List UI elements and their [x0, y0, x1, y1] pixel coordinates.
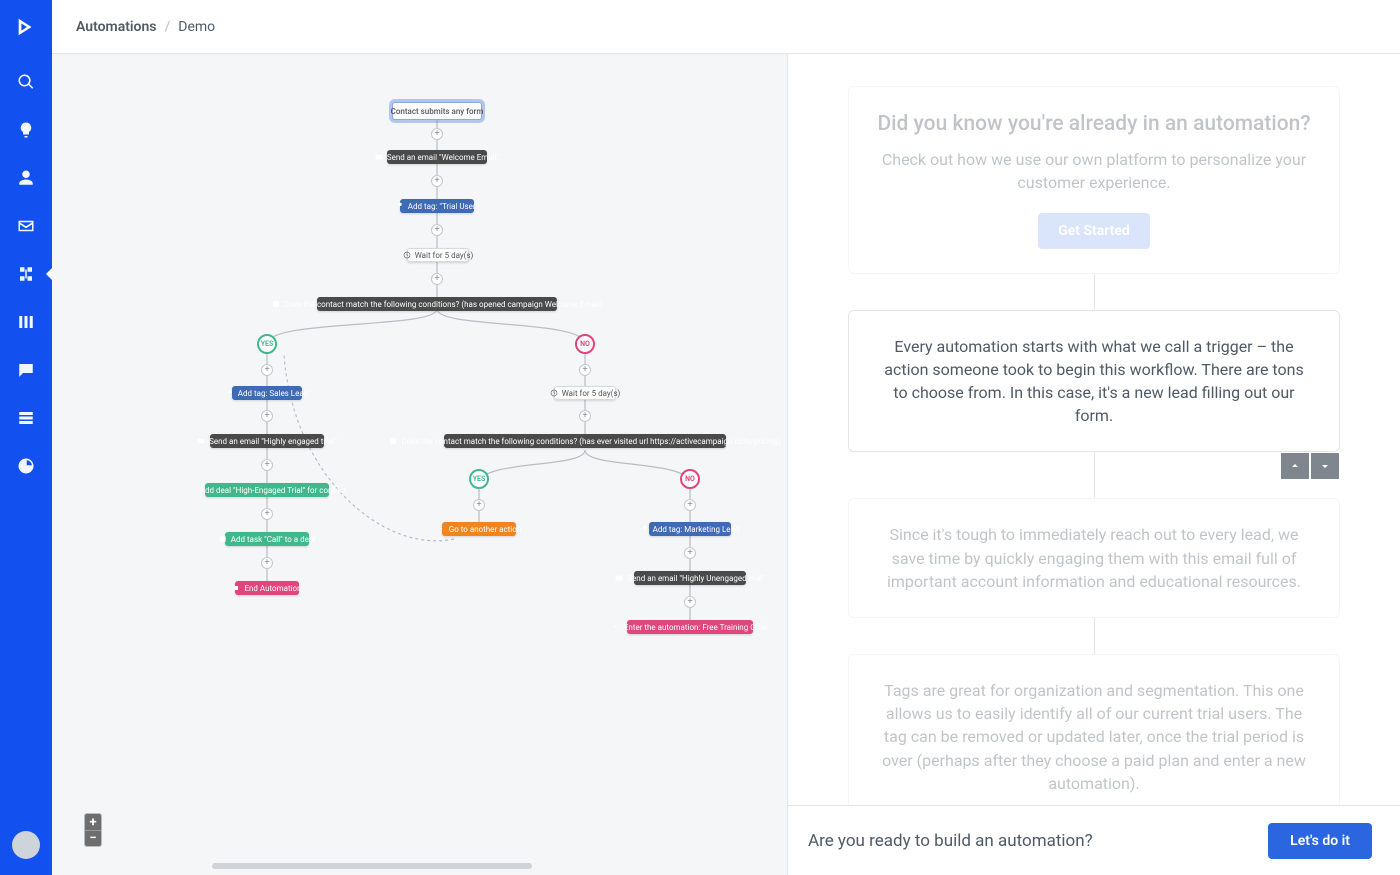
add-step[interactable]: +	[431, 224, 443, 236]
tutorial-intro-card: Did you know you're already in an automa…	[848, 86, 1340, 274]
step-next-button[interactable]	[1311, 453, 1339, 479]
intro-title: Did you know you're already in an automa…	[877, 111, 1311, 138]
branch-yes: YES	[257, 334, 277, 354]
node-add-deal[interactable]: Add deal "High-Engaged Trial" for contac…	[205, 483, 329, 497]
user-avatar[interactable]	[12, 831, 40, 859]
branch-no: NO	[575, 334, 595, 354]
nav-deals[interactable]	[0, 308, 52, 336]
node-end-automation[interactable]: End Automation	[235, 581, 299, 595]
zoom-out[interactable]: −	[85, 830, 101, 846]
node-condition-visited-pricing[interactable]: Does the contact match the following con…	[444, 434, 726, 448]
nav-reports[interactable]	[0, 452, 52, 480]
tutorial-step-2: Since it's tough to immediately reach ou…	[848, 498, 1340, 618]
trigger-node[interactable]: Contact submits any form	[392, 102, 482, 120]
add-step[interactable]: +	[261, 364, 273, 376]
breadcrumb: Automations / Demo	[52, 0, 1400, 54]
add-step[interactable]: +	[261, 508, 273, 520]
add-step[interactable]: +	[261, 459, 273, 471]
node-add-tag-trial-user[interactable]: Add tag: "Trial User"	[400, 199, 474, 213]
node-send-welcome-email[interactable]: Send an email "Welcome Email"	[387, 150, 487, 164]
node-condition-opened-welcome[interactable]: Does the contact match the following con…	[317, 297, 557, 311]
node-add-task[interactable]: Add task "Call" to a deal	[225, 532, 309, 546]
node-send-highly-engaged-email[interactable]: Send an email "Highly engaged trial"	[210, 434, 324, 448]
add-step[interactable]: +	[684, 499, 696, 511]
nav-conversations[interactable]	[0, 356, 52, 384]
nav-automations[interactable]	[0, 260, 52, 288]
node-add-tag-marketing-lead[interactable]: Add tag: Marketing Lead	[649, 522, 731, 536]
canvas-h-scrollbar[interactable]	[212, 863, 532, 869]
automation-canvas[interactable]: Contact submits any form + Send an email…	[52, 54, 787, 875]
add-step[interactable]: +	[431, 273, 443, 285]
add-step[interactable]: +	[431, 128, 443, 140]
lets-do-it-button[interactable]: Let's do it	[1268, 823, 1372, 859]
intro-body: Check out how we use our own platform to…	[877, 148, 1311, 194]
nav-site[interactable]	[0, 404, 52, 432]
branch-no-2: NO	[680, 469, 700, 489]
tutorial-step-active: Every automation starts with what we cal…	[848, 310, 1340, 453]
nav-search[interactable]	[0, 68, 52, 96]
branch-yes-2: YES	[469, 469, 489, 489]
step-1-body: Every automation starts with what we cal…	[877, 335, 1311, 428]
node-add-tag-sales-lead[interactable]: Add tag: Sales Lead	[232, 386, 302, 400]
step-3-body: Tags are great for organization and segm…	[877, 679, 1311, 795]
breadcrumb-current: Demo	[178, 19, 215, 35]
cta-bar: Are you ready to build an automation? Le…	[788, 805, 1400, 875]
zoom-controls: + −	[84, 813, 102, 847]
nav-contacts[interactable]	[0, 164, 52, 192]
add-step[interactable]: +	[261, 410, 273, 422]
sidebar-nav	[0, 68, 52, 480]
app-sidebar	[0, 0, 52, 875]
node-enter-automation[interactable]: Enter the automation: Free Training Offe…	[627, 620, 753, 634]
breadcrumb-root[interactable]: Automations	[76, 19, 157, 35]
get-started-button[interactable]: Get Started	[1038, 213, 1150, 249]
app-logo[interactable]	[15, 16, 37, 42]
add-step[interactable]: +	[579, 410, 591, 422]
nav-ideas[interactable]	[0, 116, 52, 144]
add-step[interactable]: +	[684, 596, 696, 608]
sidebar-bottom	[12, 757, 40, 875]
node-send-unengaged-email[interactable]: Send an email "Highly Unengaged trial"	[634, 571, 746, 585]
nav-campaigns[interactable]	[0, 212, 52, 240]
node-wait-5-days[interactable]: Wait for 5 day(s)	[407, 248, 469, 262]
add-step[interactable]: +	[431, 175, 443, 187]
step-2-body: Since it's tough to immediately reach ou…	[877, 523, 1311, 593]
add-step[interactable]: +	[579, 364, 591, 376]
add-step[interactable]: +	[473, 499, 485, 511]
node-goto-action[interactable]: Go to another action	[442, 522, 516, 536]
tutorial-step-3: Tags are great for organization and segm…	[848, 654, 1340, 805]
step-prev-button[interactable]	[1281, 453, 1309, 479]
node-wait-5-days-2[interactable]: Wait for 5 day(s)	[554, 386, 616, 400]
add-step[interactable]: +	[261, 557, 273, 569]
add-step[interactable]: +	[684, 547, 696, 559]
tutorial-panel: Did you know you're already in an automa…	[788, 54, 1400, 875]
zoom-in[interactable]: +	[85, 814, 101, 830]
cta-prompt: Are you ready to build an automation?	[808, 831, 1093, 851]
step-nav	[1281, 453, 1339, 479]
